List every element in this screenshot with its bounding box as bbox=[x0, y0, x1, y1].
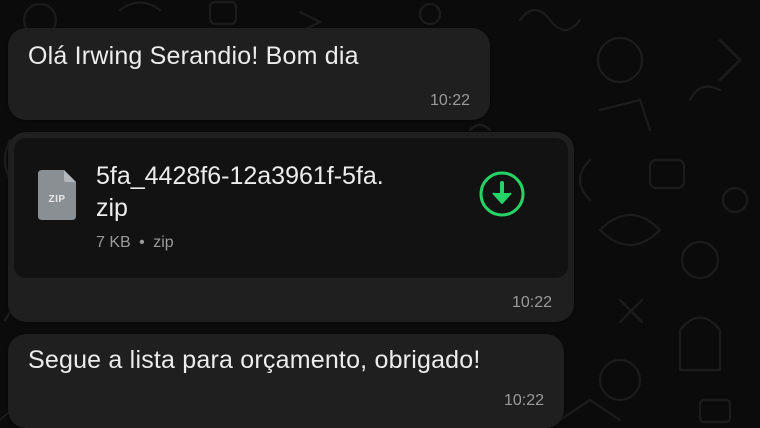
file-meta: 7 KB • zip bbox=[96, 234, 174, 252]
file-attachment-card[interactable]: ZIP 5fa_4428f6-12a3961f-5fa. zip 7 KB • … bbox=[14, 138, 568, 278]
message-text: Segue a lista para orçamento, obrigado! bbox=[28, 346, 481, 374]
message-timestamp: 10:22 bbox=[503, 392, 544, 409]
meta-separator: • bbox=[139, 234, 145, 251]
file-message-bubble[interactable]: ZIP 5fa_4428f6-12a3961f-5fa. zip 7 KB • … bbox=[8, 132, 574, 322]
message-bubble[interactable]: Olá Irwing Serandio! Bom dia 10:22 bbox=[8, 28, 490, 120]
file-name-line-2: zip bbox=[96, 194, 128, 222]
download-icon bbox=[479, 171, 525, 217]
file-size: 7 KB bbox=[96, 234, 131, 251]
file-name-line-1: 5fa_4428f6-12a3961f-5fa. bbox=[96, 162, 384, 190]
message-timestamp: 10:22 bbox=[511, 294, 552, 311]
file-type: zip bbox=[153, 234, 174, 251]
message-timestamp: 10:22 bbox=[429, 92, 470, 109]
message-bubble[interactable]: Segue a lista para orçamento, obrigado! … bbox=[8, 334, 564, 428]
file-name: 5fa_4428f6-12a3961f-5fa. zip bbox=[96, 160, 384, 224]
message-text: Olá Irwing Serandio! Bom dia bbox=[28, 42, 359, 70]
file-extension-label: ZIP bbox=[48, 194, 66, 205]
download-button[interactable] bbox=[478, 170, 526, 218]
zip-file-icon: ZIP bbox=[38, 170, 76, 220]
